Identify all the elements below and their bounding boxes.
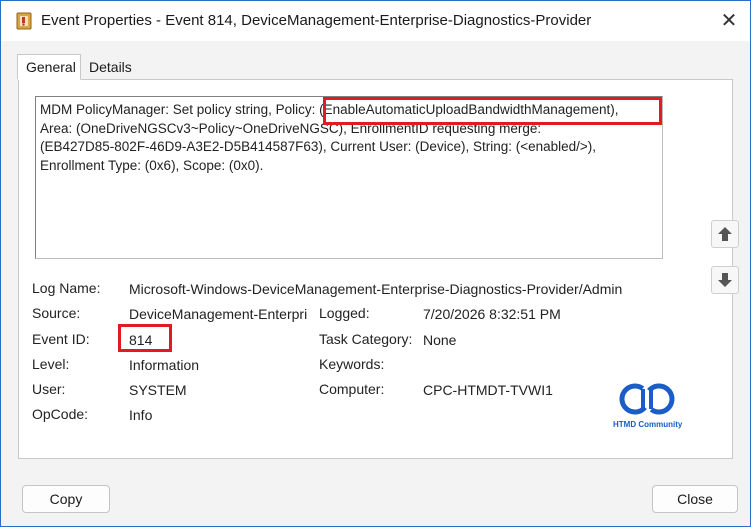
message-line-3: (EB427D85-802F-46D9-A3E2-D5B414587F63), … xyxy=(40,139,597,154)
opcode-label: OpCode: xyxy=(32,406,89,422)
title-bar: Event Properties - Event 814, DeviceMana… xyxy=(1,1,750,41)
arrow-down-icon xyxy=(718,273,732,287)
user-label: User: xyxy=(32,381,66,397)
opcode-value: Info xyxy=(129,407,153,423)
scroll-down-button[interactable] xyxy=(711,266,739,294)
logged-value: 7/20/2026 8:32:51 PM xyxy=(423,306,561,322)
level-label: Level: xyxy=(32,356,70,372)
log-name-label: Log Name: xyxy=(32,280,101,296)
arrow-up-icon xyxy=(718,227,732,241)
task-category-label: Task Category: xyxy=(319,331,413,347)
logged-label: Logged: xyxy=(319,305,370,321)
event-properties-window: Event Properties - Event 814, DeviceMana… xyxy=(0,0,751,527)
computer-value: CPC-HTMDT-TVWI1 xyxy=(423,382,553,398)
event-viewer-icon xyxy=(16,12,32,30)
level-value: Information xyxy=(129,357,200,373)
tab-details[interactable]: Details xyxy=(81,57,140,79)
scroll-up-button[interactable] xyxy=(711,220,739,248)
computer-label: Computer: xyxy=(319,381,385,397)
event-id-label: Event ID: xyxy=(32,331,90,347)
copy-button[interactable]: Copy xyxy=(22,485,110,513)
source-label: Source: xyxy=(32,305,81,321)
tab-general[interactable]: General xyxy=(17,54,81,80)
message-line-4: Enrollment Type: (0x6), Scope: (0x0). xyxy=(40,157,264,173)
log-name-value: Microsoft-Windows-DeviceManagement-Enter… xyxy=(129,281,623,297)
keywords-label: Keywords: xyxy=(319,356,385,372)
event-id-highlight-box xyxy=(118,324,172,352)
user-value: SYSTEM xyxy=(129,382,187,398)
task-category-value: None xyxy=(423,332,457,348)
close-icon[interactable]: ✕ xyxy=(717,9,741,33)
close-button[interactable]: Close xyxy=(652,485,738,513)
message-line-1-prefix: MDM PolicyManager: Set policy string, Po… xyxy=(40,102,320,117)
window-title: Event Properties - Event 814, DeviceMana… xyxy=(41,12,592,29)
policy-highlight-box xyxy=(323,97,662,125)
source-value: DeviceManagement-Enterpri xyxy=(129,306,308,322)
htmd-logo-caption: HTMD Community xyxy=(613,420,683,429)
